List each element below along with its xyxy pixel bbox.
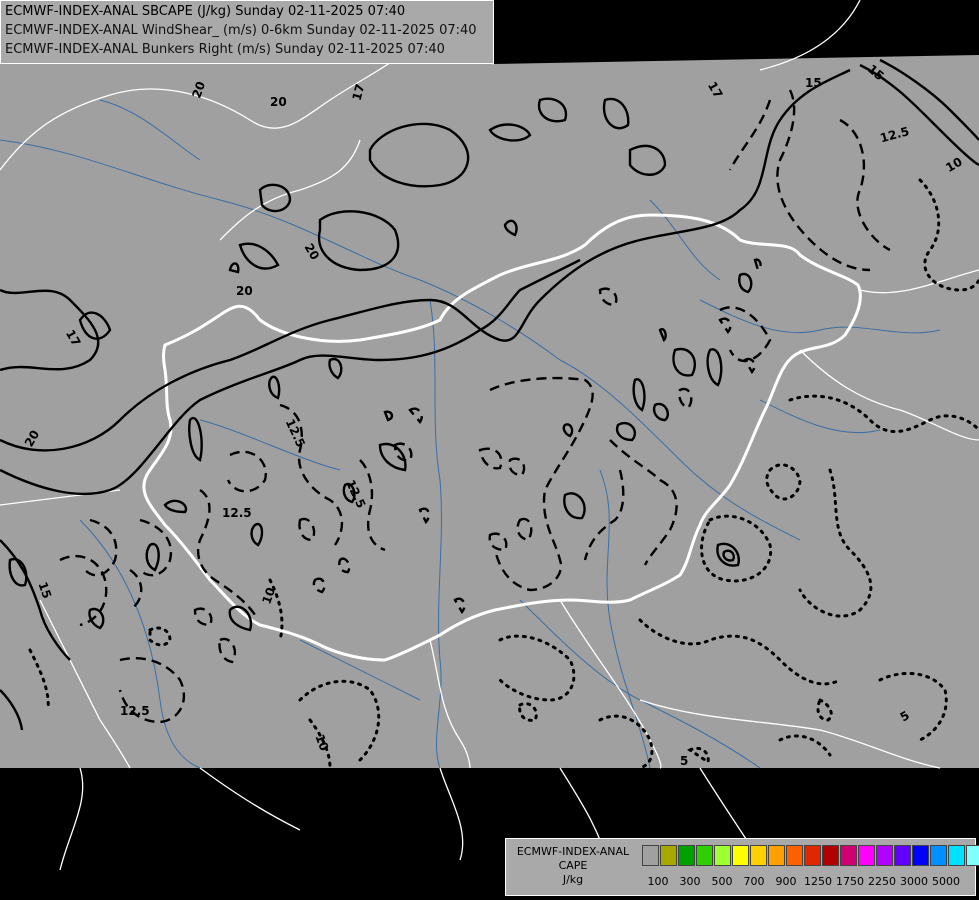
legend-swatch: [894, 845, 911, 866]
legend-swatch: [858, 845, 875, 866]
legend-tick: 300: [679, 875, 701, 888]
map-domain: [0, 55, 979, 768]
legend-tick-labels: 100 300 500 700 900 1250 1750 2250 3000 5000: [642, 875, 972, 889]
legend-swatch: [948, 845, 965, 866]
legend-tick: 3000: [900, 875, 928, 888]
cape-legend: ECMWF-INDEX-ANAL CAPE J/kg 100 300 500 700 9…: [505, 838, 979, 896]
legend-title-line: J/kg: [562, 873, 584, 886]
legend-swatch: [912, 845, 929, 866]
legend-swatch: [696, 845, 713, 866]
legend-swatch: [714, 845, 731, 866]
legend-tick: 2250: [868, 875, 896, 888]
legend-swatch: [732, 845, 749, 866]
legend-title: ECMWF-INDEX-ANAL CAPE J/kg: [508, 845, 638, 887]
legend-swatch: [840, 845, 857, 866]
legend-tick: 900: [775, 875, 797, 888]
legend-swatch: [678, 845, 695, 866]
legend-tick: 1250: [804, 875, 832, 888]
legend-tick: 100: [647, 875, 669, 888]
contour-label: 20: [270, 95, 287, 109]
legend-swatch: [930, 845, 947, 866]
legend-swatch: [876, 845, 893, 866]
legend-tick: 500: [711, 875, 733, 888]
title-line-windshear: ECMWF-INDEX-ANAL WindShear_ (m/s) 0-6km …: [5, 23, 477, 38]
legend-title-line: CAPE: [558, 859, 588, 872]
legend-title-line: ECMWF-INDEX-ANAL: [516, 845, 630, 858]
legend-swatch: [768, 845, 785, 866]
legend-swatch: [822, 845, 839, 866]
legend-swatch: [750, 845, 767, 866]
legend-swatch: [660, 845, 677, 866]
contour-label: 20: [236, 284, 253, 298]
contour-label: 12.5: [222, 506, 252, 520]
contour-label: 15: [805, 76, 822, 90]
legend-tick: 700: [743, 875, 765, 888]
legend-tick: 5000: [932, 875, 960, 888]
weather-map: 20 20 17 17 15 15 12.5 10 20 20 17 20 12…: [0, 0, 979, 900]
title-line-sbcape: ECMWF-INDEX-ANAL SBCAPE (J/kg) Sunday 02…: [5, 4, 406, 19]
map-title-box: ECMWF-INDEX-ANAL SBCAPE (J/kg) Sunday 02…: [0, 0, 494, 64]
contour-label: 12.5: [120, 704, 150, 718]
title-line-bunkers: ECMWF-INDEX-ANAL Bunkers Right (m/s) Sun…: [5, 42, 445, 57]
legend-swatch: [966, 845, 979, 866]
legend-color-scale: [642, 845, 979, 866]
contour-label: 5: [680, 754, 688, 768]
legend-swatch: [804, 845, 821, 866]
legend-tick: 1750: [836, 875, 864, 888]
legend-swatch: [786, 845, 803, 866]
legend-swatch: [642, 845, 659, 866]
